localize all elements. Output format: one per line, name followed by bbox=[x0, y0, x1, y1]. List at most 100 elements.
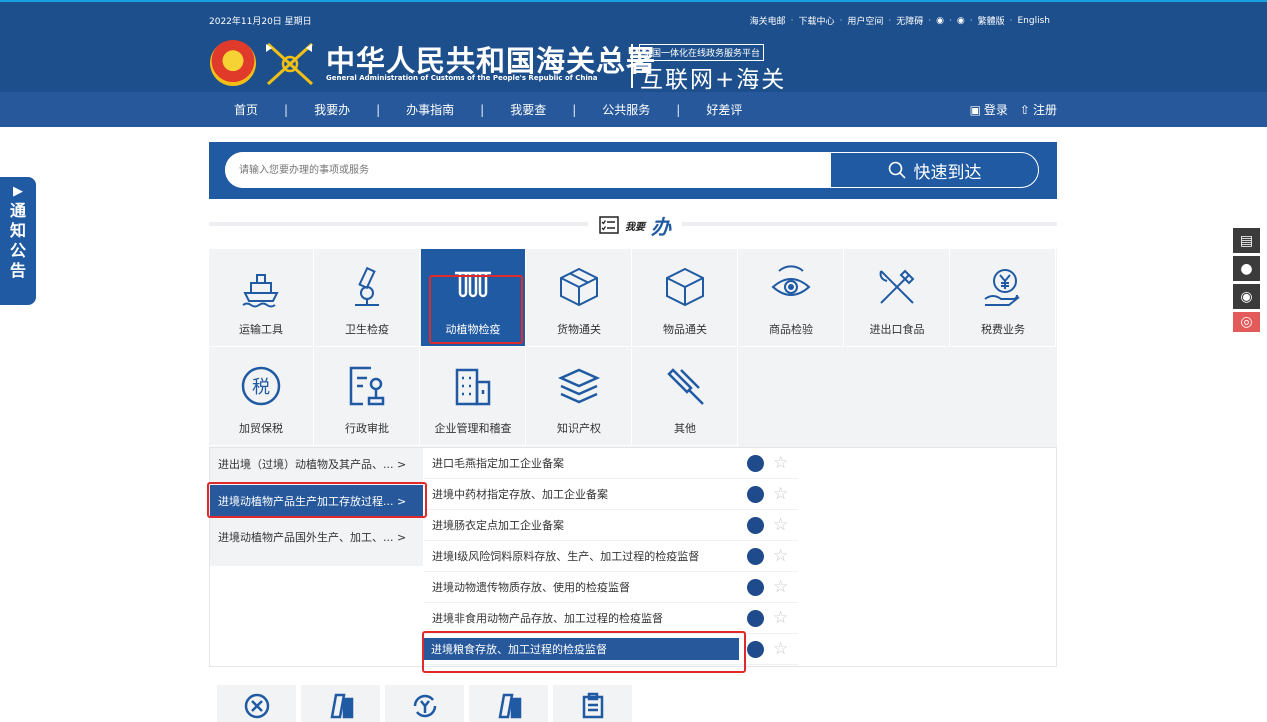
compass-icon[interactable] bbox=[747, 517, 764, 534]
category-health-quarantine[interactable]: 卫生检疫 bbox=[315, 249, 420, 347]
subcategory-item[interactable]: 进境动植物产品国外生产、加工、... > bbox=[210, 521, 423, 552]
nav-guide[interactable]: 办事指南 bbox=[394, 101, 466, 118]
english-link[interactable]: English bbox=[1018, 16, 1051, 26]
category-tax-fees[interactable]: 税费业务 bbox=[951, 249, 1056, 347]
category-other[interactable]: 其他 bbox=[633, 348, 738, 446]
nav-query[interactable]: 我要查 bbox=[498, 101, 558, 118]
search-box: 快速到达 bbox=[225, 152, 1039, 188]
star-icon[interactable]: ☆ bbox=[773, 453, 788, 473]
quick-access-label: 快速到达 bbox=[913, 162, 982, 183]
nav-public-services[interactable]: 公共服务 bbox=[590, 101, 662, 118]
notice-tab[interactable]: ▶ 通 知 公 告 bbox=[0, 177, 36, 305]
category-commodity-inspection[interactable]: 商品检验 bbox=[739, 249, 844, 347]
apple-icon[interactable]: ● bbox=[1233, 256, 1260, 281]
search-bar: 快速到达 bbox=[209, 142, 1057, 199]
category-goods-clearance[interactable]: 物品通关 bbox=[633, 249, 738, 347]
more-category[interactable] bbox=[469, 685, 548, 722]
platform-name: 互联网+海关 bbox=[640, 67, 787, 93]
refund-yuan-icon bbox=[413, 694, 436, 718]
accessibility-link[interactable]: 无障碍 bbox=[896, 14, 923, 27]
notice-char: 公 bbox=[9, 241, 26, 260]
nav-services[interactable]: 我要办 bbox=[302, 101, 362, 118]
test-tubes-icon bbox=[455, 271, 491, 298]
star-icon[interactable]: ☆ bbox=[773, 546, 788, 566]
header-divider bbox=[631, 44, 633, 88]
compass-icon[interactable] bbox=[747, 610, 764, 627]
service-link[interactable]: 进境动物遗传物质存放、使用的检疫监督 bbox=[424, 579, 742, 595]
service-row: 进境中药材指定存放、加工企业备案 ☆ bbox=[424, 479, 798, 510]
tools-search-icon bbox=[244, 693, 269, 719]
category-enterprise-audit[interactable]: 企业管理和稽查 bbox=[421, 348, 526, 446]
document-icon bbox=[498, 693, 521, 719]
notice-char: 知 bbox=[9, 221, 26, 240]
customs-logo-icon bbox=[266, 42, 314, 86]
more-category[interactable] bbox=[553, 685, 632, 722]
compass-icon[interactable] bbox=[747, 641, 764, 658]
category-admin-approval[interactable]: 行政审批 bbox=[315, 348, 420, 446]
weibo-icon[interactable]: ◉ bbox=[936, 16, 944, 26]
category-intellectual-property[interactable]: 知识产权 bbox=[527, 348, 632, 446]
national-emblem-icon bbox=[210, 40, 256, 86]
search-icon bbox=[888, 161, 906, 179]
compass-icon[interactable] bbox=[747, 486, 764, 503]
quick-access-button[interactable]: 快速到达 bbox=[830, 152, 1039, 188]
category-bonded-processing[interactable]: 税 加贸保税 bbox=[209, 348, 314, 446]
service-row-selected: 进境粮食存放、加工过程的检疫监督 ☆ bbox=[423, 634, 798, 665]
ship-icon bbox=[242, 274, 279, 308]
yuan-hand-icon bbox=[984, 269, 1020, 306]
service-dropdown: 进出境（过境）动植物及其产品、... > 进境动植物产品生产加工存放过程... … bbox=[209, 447, 1057, 667]
compass-icon[interactable] bbox=[747, 579, 764, 596]
service-row: 进境非食用动物产品存放、加工过程的检疫监督 ☆ bbox=[424, 603, 798, 634]
nav-evaluation[interactable]: 好差评 bbox=[694, 101, 754, 118]
section-title-small: 我要 bbox=[625, 221, 645, 233]
category-label: 行政审批 bbox=[345, 422, 389, 435]
compass-icon[interactable] bbox=[747, 455, 764, 472]
more-category[interactable] bbox=[217, 685, 296, 722]
wechat-app-icon[interactable]: ◉ bbox=[1233, 284, 1260, 309]
package-icon bbox=[666, 267, 704, 307]
search-input[interactable] bbox=[225, 152, 830, 188]
android-icon[interactable]: ▤ bbox=[1233, 228, 1260, 253]
service-link[interactable]: 进境非食用动物产品存放、加工过程的检疫监督 bbox=[424, 610, 742, 626]
wechat-icon[interactable]: ◉ bbox=[957, 16, 965, 26]
service-row: 进境肠衣定点加工企业备案 ☆ bbox=[424, 510, 798, 541]
more-category[interactable] bbox=[385, 685, 464, 722]
star-icon[interactable]: ☆ bbox=[773, 608, 788, 628]
eye-inspection-icon bbox=[771, 265, 811, 296]
nav-home[interactable]: 首页 bbox=[222, 101, 270, 118]
more-category[interactable] bbox=[301, 685, 380, 722]
star-icon[interactable]: ☆ bbox=[773, 639, 788, 659]
category-transport[interactable]: 运输工具 bbox=[209, 249, 314, 347]
subcategory-item-selected[interactable]: 进境动植物产品生产加工存放过程... > bbox=[210, 485, 423, 516]
star-icon[interactable]: ☆ bbox=[773, 484, 788, 504]
category-label: 加贸保税 bbox=[239, 422, 283, 435]
star-icon[interactable]: ☆ bbox=[773, 515, 788, 535]
service-link[interactable]: 进境Ⅰ级风险饲料原料存放、生产、加工过程的检疫监督 bbox=[424, 548, 742, 564]
category-animal-plant-quarantine[interactable]: 动植物检疫 bbox=[421, 249, 526, 347]
user-space-link[interactable]: 用户空间 bbox=[847, 14, 883, 27]
category-label: 物品通关 bbox=[663, 323, 707, 336]
login-button[interactable]: ▣ 登录 bbox=[970, 101, 1008, 118]
checklist-icon bbox=[599, 216, 619, 234]
category-label: 卫生检疫 bbox=[345, 323, 389, 336]
download-center-link[interactable]: 下载中心 bbox=[798, 14, 834, 27]
category-import-export-food[interactable]: 进出口食品 bbox=[845, 249, 950, 347]
service-link[interactable]: 进口毛燕指定加工企业备案 bbox=[424, 455, 742, 471]
compass-icon[interactable] bbox=[747, 548, 764, 565]
star-icon[interactable]: ☆ bbox=[773, 577, 788, 597]
subcategory-list: 进出境（过境）动植物及其产品、... > 进境动植物产品生产加工存放过程... … bbox=[210, 448, 423, 566]
service-row: 进境Ⅰ级风险饲料原料存放、生产、加工过程的检疫监督 ☆ bbox=[424, 541, 798, 572]
service-link[interactable]: 进境肠衣定点加工企业备案 bbox=[424, 517, 742, 533]
service-link[interactable]: 进境中药材指定存放、加工企业备案 bbox=[424, 486, 742, 502]
category-cargo-clearance[interactable]: 货物通关 bbox=[527, 249, 632, 347]
book-stack-icon bbox=[557, 368, 601, 404]
header-top-links: 海关电邮 · 下载中心 · 用户空间 · 无障碍 · ◉ · ◉ · 繁體版 · Englis… bbox=[749, 14, 1051, 28]
register-button[interactable]: ⇧ 注册 bbox=[1020, 101, 1057, 118]
category-label: 动植物检疫 bbox=[445, 323, 501, 336]
main-nav: 首页 | 我要办 | 办事指南 | 我要查 | 公共服务 | 好差评 ▣ 登录 ⇧ 注册 bbox=[0, 92, 1267, 127]
traditional-chinese-link[interactable]: 繁體版 bbox=[978, 14, 1005, 27]
subcategory-item[interactable]: 进出境（过境）动植物及其产品、... > bbox=[210, 448, 423, 479]
email-link[interactable]: 海关电邮 bbox=[750, 14, 786, 27]
weibo-app-icon[interactable]: ◎ bbox=[1233, 312, 1260, 332]
service-link-selected[interactable]: 进境粮食存放、加工过程的检疫监督 bbox=[423, 638, 739, 660]
